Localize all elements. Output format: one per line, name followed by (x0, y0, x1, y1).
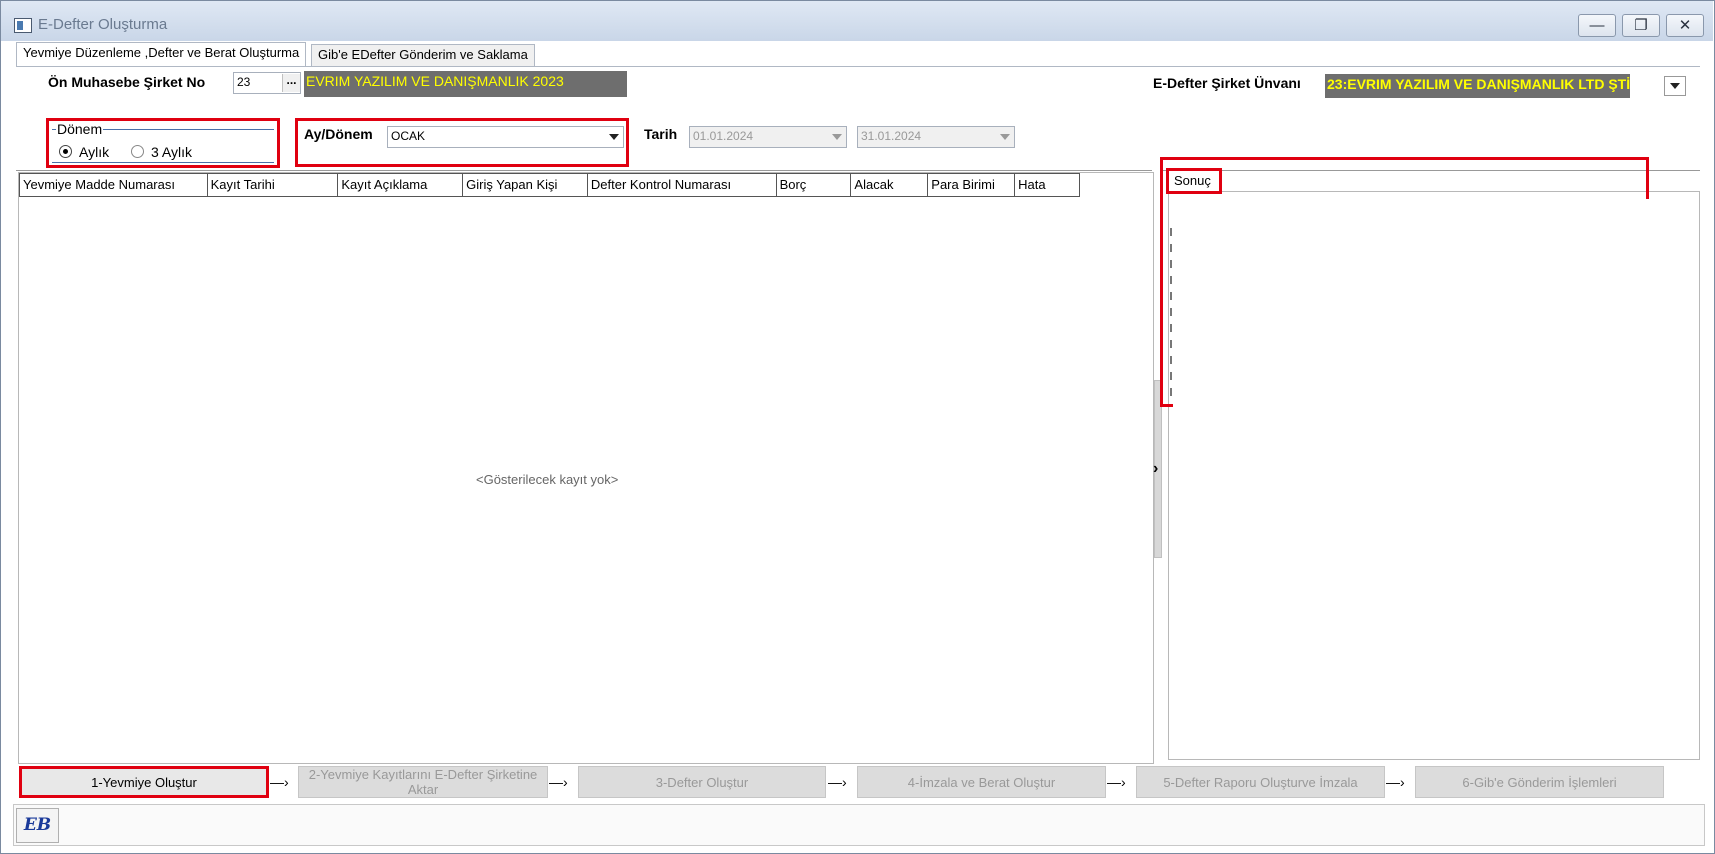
title-bar (1, 1, 1713, 41)
column-header[interactable]: Alacak (851, 174, 929, 196)
edefter-company-label: E-Defter Şirket Ünvanı (1153, 75, 1301, 91)
empty-grid-message: <Gösterilecek kayıt yok> (476, 472, 619, 487)
result-line-marker (1170, 324, 1172, 332)
result-tab[interactable]: Sonuç (1166, 168, 1222, 194)
result-highlight-left (1160, 157, 1163, 407)
eb-logo-icon[interactable]: EB (16, 808, 59, 843)
minimize-icon[interactable]: — (1578, 14, 1616, 37)
date-label: Tarih (644, 126, 678, 142)
company-no-value: 23 (237, 75, 251, 89)
app-icon (14, 18, 32, 33)
result-line-marker (1170, 260, 1172, 268)
step-arrow-icon: —› (1386, 774, 1405, 790)
step-arrow-icon: —› (828, 774, 847, 790)
step-arrow-icon: —› (270, 774, 289, 790)
date-to-input[interactable]: 31.01.2024 (857, 126, 1015, 148)
column-header[interactable]: Kayıt Açıklama (338, 174, 464, 196)
step-ledger-report-button[interactable]: 5-Defter Raporu Oluşturve İmzala (1136, 766, 1385, 798)
step-transfer-journal-button[interactable]: 2-Yevmiye Kayıtlarını E-Defter Şirketine… (298, 766, 548, 798)
column-header[interactable]: Hata (1015, 174, 1079, 196)
period-group-label: Dönem (56, 121, 104, 137)
result-highlight-top (1160, 157, 1649, 160)
step-sign-berat-button[interactable]: 4-İmzala ve Berat Oluştur (857, 766, 1106, 798)
result-highlight-bottom (1160, 404, 1173, 407)
tab-divider (16, 66, 1700, 67)
result-line-marker (1170, 340, 1172, 348)
window-title: E-Defter Oluşturma (38, 16, 168, 33)
grid-top-line (16, 170, 1152, 171)
splitter-arrow-icon[interactable]: › (1153, 460, 1158, 478)
result-line-marker (1170, 292, 1172, 300)
result-line-marker (1170, 372, 1172, 380)
month-select[interactable]: OCAK (387, 126, 624, 148)
close-icon[interactable]: ✕ (1666, 14, 1704, 37)
company-no-label: Ön Muhasebe Şirket No (48, 74, 206, 90)
result-line-marker (1170, 244, 1172, 252)
step-arrow-icon: —› (549, 774, 568, 790)
date-from-chevron-icon (829, 127, 845, 147)
column-header[interactable]: Kayıt Tarihi (208, 174, 339, 196)
monthly-radio[interactable] (59, 145, 72, 158)
month-chevron-down-icon[interactable] (606, 127, 622, 147)
result-line-marker (1170, 276, 1172, 284)
result-panel[interactable] (1168, 191, 1700, 760)
company-lookup-button[interactable]: ... (282, 74, 300, 92)
step-arrow-icon: —› (1107, 774, 1126, 790)
step-create-journal-button[interactable]: 1-Yevmiye Oluştur (19, 766, 269, 798)
monthly-label: Aylık (79, 144, 110, 160)
tab-gib-gonderim[interactable]: Gib'e EDefter Gönderim ve Saklama (311, 44, 535, 66)
footer-bar (13, 804, 1705, 846)
date-to-chevron-icon (997, 127, 1013, 147)
quarterly-label: 3 Aylık (151, 144, 192, 160)
result-line-marker (1170, 356, 1172, 364)
tab-yevmiye-duzenleme[interactable]: Yevmiye Düzenleme ,Defter ve Berat Oluşt… (16, 42, 307, 67)
column-header[interactable]: Defter Kontrol Numarası (588, 174, 777, 196)
date-to-value: 31.01.2024 (861, 129, 922, 143)
company-name-display: EVRIM YAZILIM VE DANIŞMANLIK 2023 (304, 71, 627, 97)
date-from-value: 01.01.2024 (693, 129, 754, 143)
chevron-down-icon[interactable] (1664, 76, 1686, 96)
column-header[interactable]: Borç (777, 174, 852, 196)
restore-icon[interactable]: ❐ (1622, 14, 1660, 37)
month-value: OCAK (391, 129, 426, 143)
result-line-marker (1170, 388, 1172, 396)
result-line-marker (1170, 228, 1172, 236)
column-header[interactable]: Yevmiye Madde Numarası (20, 174, 208, 196)
column-header[interactable]: Giriş Yapan Kişi (463, 174, 588, 196)
result-tab-label: Sonuç (1174, 173, 1211, 188)
date-from-input[interactable]: 01.01.2024 (689, 126, 847, 148)
quarterly-radio[interactable] (131, 145, 144, 158)
journal-grid[interactable] (18, 172, 1154, 764)
result-top-line (1161, 170, 1700, 171)
step-gib-submission-button[interactable]: 6-Gib'e Gönderim İşlemleri (1415, 766, 1664, 798)
result-line-marker (1170, 308, 1172, 316)
column-header[interactable]: Para Birimi (928, 174, 1016, 196)
edefter-company-value: 23:EVRIM YAZILIM VE DANIŞMANLIK LTD ŞTİ (1327, 76, 1630, 92)
month-label: Ay/Dönem (304, 126, 373, 142)
edefter-company-select[interactable]: 23:EVRIM YAZILIM VE DANIŞMANLIK LTD ŞTİ (1325, 74, 1630, 98)
grid-header: Yevmiye Madde Numarası Kayıt Tarihi Kayı… (19, 173, 1080, 197)
result-highlight-right (1646, 157, 1649, 199)
step-create-ledger-button[interactable]: 3-Defter Oluştur (578, 766, 826, 798)
